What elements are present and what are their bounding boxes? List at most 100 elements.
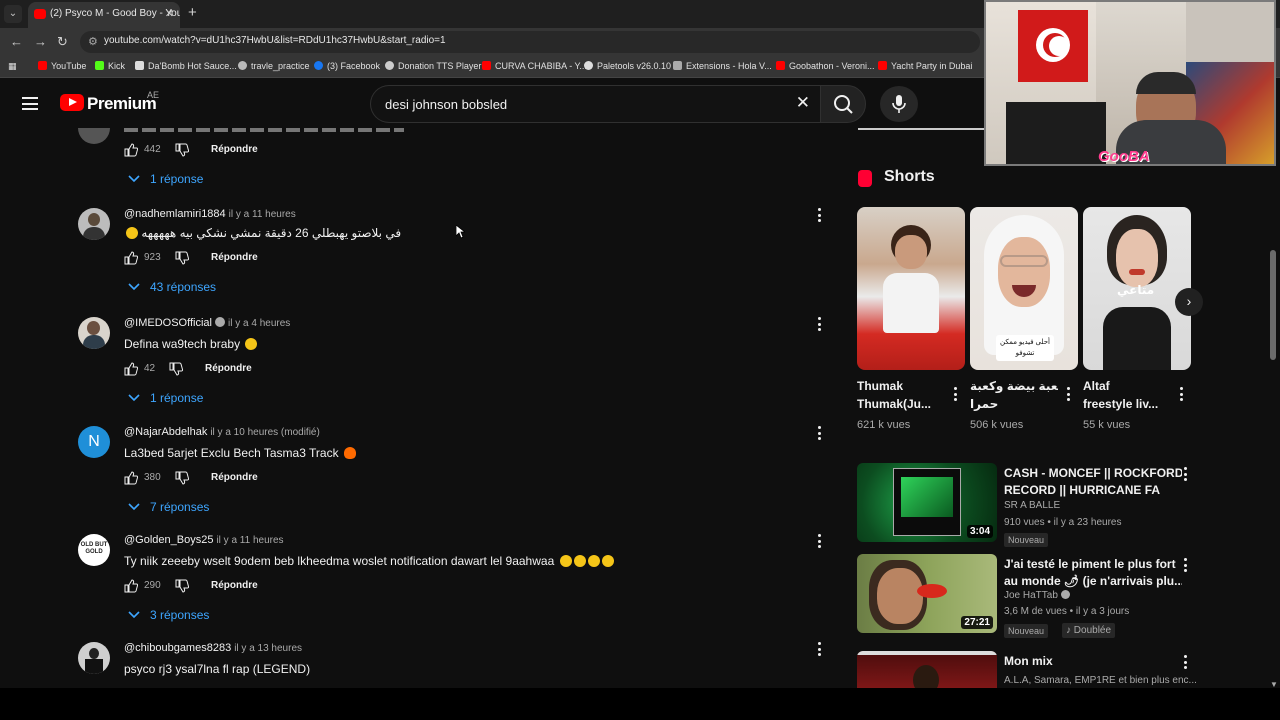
view-replies-button[interactable]: 7 réponses bbox=[128, 500, 209, 514]
video-title[interactable]: CASH - MONCEF || ROCKFORD RECORD || HURRI… bbox=[1004, 465, 1182, 499]
thumbs-down-icon[interactable] bbox=[169, 362, 183, 376]
related-video[interactable]: 27:21 J'ai testé le piment le plus fort a… bbox=[857, 554, 1197, 638]
related-video[interactable]: 3:04 CASH - MONCEF || ROCKFORD RECORD || … bbox=[857, 463, 1197, 547]
avatar[interactable]: OLD BUT GOLD bbox=[78, 534, 110, 566]
reply-button[interactable]: Répondre bbox=[211, 144, 258, 155]
tab-search-icon[interactable]: ⌄ bbox=[4, 5, 22, 23]
short-thumbnail[interactable]: متاعي bbox=[1083, 207, 1191, 370]
bookmark-youtube[interactable]: YouTube bbox=[38, 61, 86, 71]
reply-button[interactable]: Répondre bbox=[211, 252, 258, 263]
short-overlay-text: متاعي bbox=[1117, 283, 1155, 297]
thumbs-down-icon[interactable] bbox=[175, 143, 189, 157]
bookmark-facebook[interactable]: (3) Facebook bbox=[314, 61, 380, 71]
more-options-icon[interactable] bbox=[818, 208, 822, 222]
video-thumbnail[interactable] bbox=[857, 651, 997, 688]
menu-icon[interactable] bbox=[22, 97, 38, 110]
bookmark-travle[interactable]: travle_practice bbox=[238, 61, 310, 71]
clear-search-icon[interactable]: ✕ bbox=[796, 93, 810, 113]
more-options-icon[interactable] bbox=[1067, 387, 1071, 404]
browser-tab-active[interactable]: (2) Psyco M - Good Boy - YouTub ✕ bbox=[28, 2, 180, 28]
avatar[interactable]: N bbox=[78, 426, 110, 458]
shorts-next-button[interactable]: › bbox=[1175, 288, 1203, 316]
channel-name[interactable]: SR A BALLE bbox=[1004, 500, 1060, 511]
more-options-icon[interactable] bbox=[818, 534, 822, 548]
bookmark-donation[interactable]: Donation TTS Player bbox=[385, 61, 481, 71]
bookmark-paletools[interactable]: Paletools v26.0.10 bbox=[584, 61, 671, 71]
more-options-icon[interactable] bbox=[954, 387, 958, 404]
reload-icon[interactable]: ↻ bbox=[57, 34, 68, 50]
more-options-icon[interactable] bbox=[1184, 558, 1188, 575]
short-title-line2[interactable]: freestyle liv... bbox=[1083, 397, 1171, 411]
address-bar[interactable]: ⚙ youtube.com/watch?v=dU1hc37HwbU&list=R… bbox=[80, 31, 980, 53]
short-card[interactable]: متاعي Altaf freestyle liv... 55 k vues bbox=[1083, 207, 1191, 431]
short-thumbnail[interactable]: أحلى فيديو ممكن تشوفو bbox=[970, 207, 1078, 370]
bookmark-goobathon[interactable]: Goobathon - Veroni... bbox=[776, 61, 875, 71]
bookmark-dabomb[interactable]: Da'Bomb Hot Sauce... bbox=[135, 61, 237, 71]
brand-name[interactable]: Premium bbox=[87, 94, 157, 114]
scrollbar[interactable] bbox=[1270, 250, 1276, 360]
search-button[interactable] bbox=[820, 85, 866, 123]
thumbs-up-icon[interactable] bbox=[124, 471, 138, 485]
avatar[interactable] bbox=[78, 128, 110, 144]
comment-author[interactable]: @nadhemlamiri1884 il y a 11 heures bbox=[124, 208, 296, 220]
more-options-icon[interactable] bbox=[818, 317, 822, 331]
bookmark-extensions[interactable]: Extensions - Hola V... bbox=[673, 61, 772, 71]
more-options-icon[interactable] bbox=[818, 642, 822, 656]
related-mix[interactable]: Mon mix A.L.A, Samara, EMP1RE et bien pl… bbox=[857, 651, 1197, 688]
avatar[interactable] bbox=[78, 208, 110, 240]
voice-search-button[interactable] bbox=[880, 86, 918, 122]
bookmark-yacht[interactable]: Yacht Party in Dubai bbox=[878, 61, 972, 71]
comment-author[interactable]: @IMEDOSOfficial il y a 4 heures bbox=[124, 317, 290, 329]
view-replies-button[interactable]: 1 réponse bbox=[128, 172, 203, 186]
video-title[interactable]: Mon mix bbox=[1004, 653, 1182, 670]
new-tab-icon[interactable]: + bbox=[188, 4, 197, 21]
forward-icon[interactable]: → bbox=[34, 34, 47, 49]
thumbs-down-icon[interactable] bbox=[175, 471, 189, 485]
thumbs-up-icon[interactable] bbox=[124, 251, 138, 265]
video-title[interactable]: J'ai testé le piment le plus fort au mond… bbox=[1004, 556, 1182, 590]
comment-author[interactable]: @NajarAbdelhak il y a 10 heures (modifié) bbox=[124, 426, 320, 438]
avatar[interactable] bbox=[78, 642, 110, 674]
apps-grid-icon[interactable]: ▦ bbox=[8, 61, 17, 72]
thumbs-down-icon[interactable] bbox=[175, 579, 189, 593]
site-info-icon[interactable]: ⚙ bbox=[88, 35, 98, 48]
back-icon[interactable]: ← bbox=[10, 34, 23, 49]
more-options-icon[interactable] bbox=[1180, 387, 1184, 404]
view-replies-button[interactable]: 1 réponse bbox=[128, 391, 203, 405]
thumbs-up-icon[interactable] bbox=[124, 143, 138, 157]
short-title-line2[interactable]: Thumak(Ju... bbox=[857, 397, 945, 411]
more-options-icon[interactable] bbox=[1184, 467, 1188, 484]
more-options-icon[interactable] bbox=[1184, 655, 1188, 672]
video-thumbnail[interactable]: 27:21 bbox=[857, 554, 997, 633]
reply-button[interactable]: Répondre bbox=[211, 580, 258, 591]
reply-button[interactable]: Répondre bbox=[211, 472, 258, 483]
bookmark-kick[interactable]: Kick bbox=[95, 61, 125, 71]
reply-button[interactable]: Répondre bbox=[205, 363, 252, 374]
shorts-icon bbox=[858, 170, 872, 187]
short-title-line2[interactable]: حمرا bbox=[970, 397, 1058, 411]
thumbs-up-icon[interactable] bbox=[124, 579, 138, 593]
short-title[interactable]: كعبة بيضة وكعبة bbox=[970, 379, 1058, 393]
search-input[interactable]: desi johnson bobsled ✕ bbox=[370, 85, 820, 123]
thumbs-up-icon[interactable] bbox=[124, 362, 138, 376]
view-replies-button[interactable]: 43 réponses bbox=[128, 280, 216, 294]
short-card[interactable]: Thumak Thumak(Ju... 621 k vues bbox=[857, 207, 965, 431]
comment-author[interactable]: @chiboubgames8283 il y a 13 heures bbox=[124, 642, 302, 654]
thumbs-down-icon[interactable] bbox=[175, 251, 189, 265]
view-replies-button[interactable]: 3 réponses bbox=[128, 608, 209, 622]
avatar[interactable] bbox=[78, 317, 110, 349]
bookmark-curva[interactable]: CURVA CHABIBA - Y... bbox=[482, 61, 587, 71]
mix-artists: A.L.A, Samara, EMP1RE et bien plus enc..… bbox=[1004, 675, 1197, 686]
youtube-logo-icon[interactable] bbox=[60, 94, 84, 111]
channel-name[interactable]: Joe HaTTab bbox=[1004, 590, 1070, 601]
short-title[interactable]: Altaf bbox=[1083, 379, 1171, 393]
video-thumbnail[interactable]: 3:04 bbox=[857, 463, 997, 542]
short-card[interactable]: أحلى فيديو ممكن تشوفو كعبة بيضة وكعبة حم… bbox=[970, 207, 1078, 431]
comment-text: في بلاصتو يهبطلي 26 دقيقة نمشي نشكي بيه … bbox=[124, 226, 401, 240]
short-title[interactable]: Thumak bbox=[857, 379, 945, 393]
close-tab-icon[interactable]: ✕ bbox=[165, 2, 174, 26]
more-options-icon[interactable] bbox=[818, 426, 822, 440]
comment-author[interactable]: @Golden_Boys25 il y a 11 heures bbox=[124, 534, 284, 546]
short-thumbnail[interactable] bbox=[857, 207, 965, 370]
short-views: 506 k vues bbox=[970, 419, 1024, 431]
